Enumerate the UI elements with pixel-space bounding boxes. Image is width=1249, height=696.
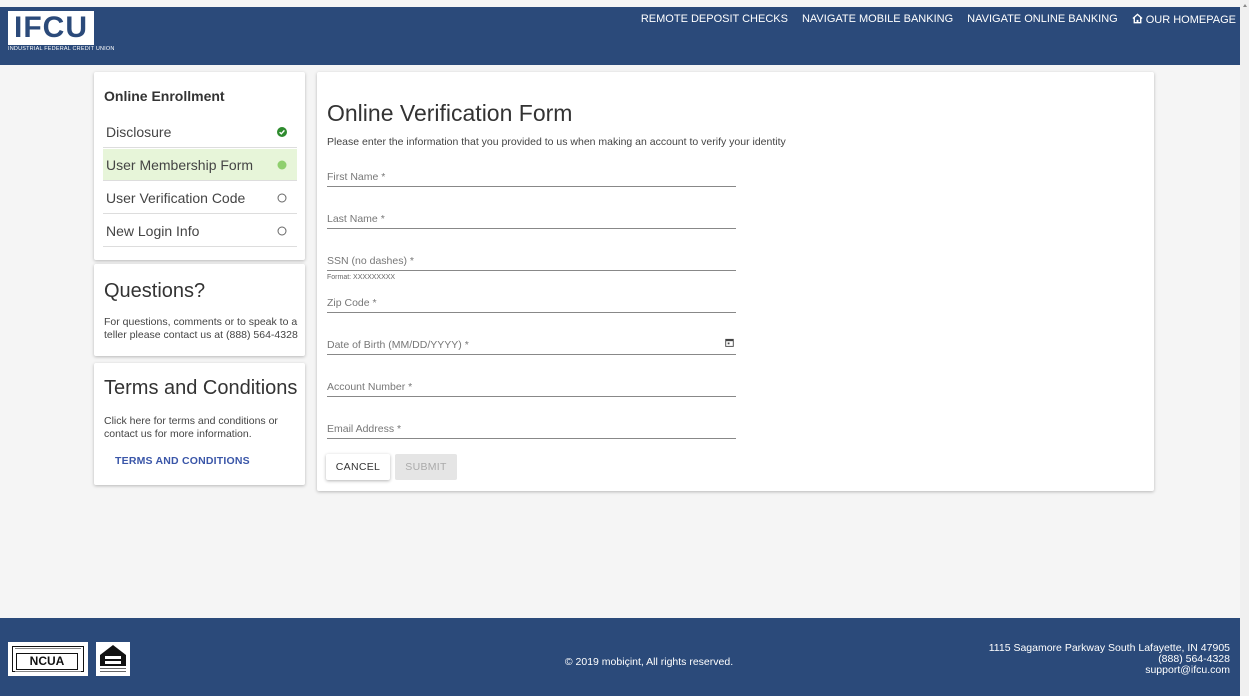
submit-button[interactable]: SUBMIT xyxy=(395,454,457,480)
terms-and-conditions-link[interactable]: TERMS AND CONDITIONS xyxy=(115,455,250,467)
zip-code-input[interactable] xyxy=(327,297,736,309)
step-user-verification-code[interactable]: User Verification Code xyxy=(103,182,297,214)
ifcu-logo[interactable]: IFCU INDUSTRIAL FEDERAL CREDIT UNION xyxy=(8,11,115,52)
last-name-input[interactable] xyxy=(327,213,736,225)
ncua-top-text-line xyxy=(15,648,81,649)
header-nav: REMOTE DEPOSIT CHECKS NAVIGATE MOBILE BA… xyxy=(641,13,1236,26)
form-title: Online Verification Form xyxy=(327,100,573,126)
nav-mobile-banking[interactable]: NAVIGATE MOBILE BANKING xyxy=(802,13,953,26)
footer: NCUA © 2019 mobiçint, All rights reserve… xyxy=(0,618,1240,696)
step-label: User Membership Form xyxy=(106,156,254,173)
footer-email[interactable]: support@ifcu.com xyxy=(989,665,1230,676)
email-address-input[interactable] xyxy=(327,423,736,435)
home-icon xyxy=(1132,13,1143,24)
step-label: Disclosure xyxy=(106,123,172,140)
account-number-field xyxy=(327,377,736,397)
scroll-up-arrow-icon[interactable] xyxy=(1243,4,1247,7)
terms-card: Terms and Conditions Click here for term… xyxy=(94,363,305,485)
last-name-field xyxy=(327,209,736,229)
empty-circle-icon xyxy=(277,193,287,202)
step-label: New Login Info xyxy=(106,222,200,239)
nav-remote-deposit-checks[interactable]: REMOTE DEPOSIT CHECKS xyxy=(641,13,788,26)
vertical-scrollbar[interactable] xyxy=(1240,0,1249,696)
verification-form-card: Online Verification Form Please enter th… xyxy=(317,72,1154,491)
check-circle-icon xyxy=(277,126,287,137)
step-disclosure[interactable]: Disclosure xyxy=(103,116,297,148)
nav-our-homepage[interactable]: OUR HOMEPAGE xyxy=(1132,13,1236,26)
terms-title: Terms and Conditions xyxy=(104,377,298,399)
filled-circle-icon xyxy=(277,160,287,169)
date-of-birth-field xyxy=(327,335,736,355)
step-label: User Verification Code xyxy=(106,189,246,206)
questions-card: Questions? For questions, comments or to… xyxy=(94,264,305,356)
ssn-format-hint: Format: XXXXXXXXX xyxy=(327,274,396,281)
step-new-login-info[interactable]: New Login Info xyxy=(103,215,297,247)
nav-our-homepage-label: OUR HOMEPAGE xyxy=(1145,14,1236,26)
step-user-membership-form[interactable]: User Membership Form xyxy=(103,149,297,181)
date-of-birth-input[interactable] xyxy=(327,339,736,351)
account-number-input[interactable] xyxy=(327,381,736,393)
logo-text: IFCU xyxy=(8,11,94,45)
ssn-field xyxy=(327,251,736,271)
form-description: Please enter the information that you pr… xyxy=(327,136,786,148)
ssn-input[interactable] xyxy=(327,255,736,267)
questions-title: Questions? xyxy=(104,280,206,302)
footer-contact: 1115 Sagamore Parkway South Lafayette, I… xyxy=(989,643,1230,676)
top-navigation-bar: IFCU INDUSTRIAL FEDERAL CREDIT UNION REM… xyxy=(0,7,1240,65)
questions-text: For questions, comments or to speak to a… xyxy=(104,316,298,341)
email-address-field xyxy=(327,419,736,439)
empty-circle-icon xyxy=(277,226,287,235)
enrollment-steps-card: Online Enrollment Disclosure User Member… xyxy=(94,72,305,260)
calendar-icon[interactable] xyxy=(725,338,734,347)
first-name-input[interactable] xyxy=(327,171,736,183)
nav-online-banking[interactable]: NAVIGATE ONLINE BANKING xyxy=(967,13,1118,26)
terms-text: Click here for terms and conditions or c… xyxy=(104,415,278,440)
first-name-field xyxy=(327,167,736,187)
cancel-button[interactable]: CANCEL xyxy=(326,454,390,480)
ncua-bottom-text-line xyxy=(15,671,81,672)
zip-code-field xyxy=(327,293,736,313)
steps-title: Online Enrollment xyxy=(104,88,225,104)
logo-subtitle: INDUSTRIAL FEDERAL CREDIT UNION xyxy=(8,46,115,52)
